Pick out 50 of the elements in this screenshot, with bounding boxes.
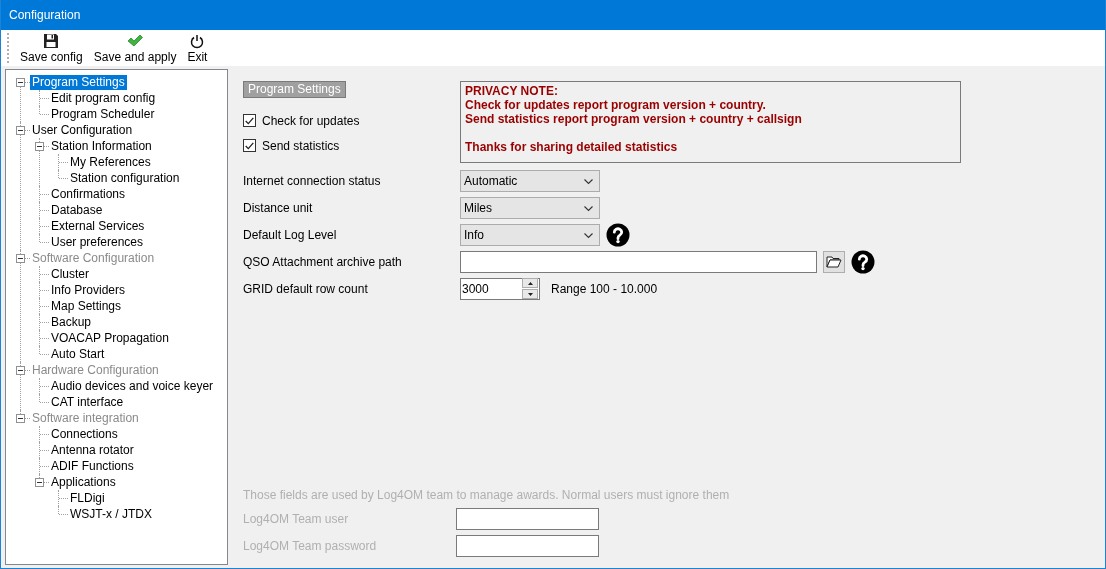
tree-item[interactable]: Station configuration bbox=[68, 170, 182, 186]
team-note: Those fields are used by Log4OM team to manage awards. Normal users must ignore them bbox=[243, 487, 731, 504]
save-config-button[interactable]: Save config bbox=[17, 30, 86, 64]
range-hint: Range 100 - 10.000 bbox=[551, 281, 658, 296]
tree-item[interactable]: External Services bbox=[49, 218, 147, 234]
checkbox[interactable] bbox=[243, 114, 256, 127]
tree-item[interactable]: My References bbox=[68, 154, 153, 170]
folder-icon bbox=[826, 255, 842, 268]
help-icon[interactable] bbox=[851, 249, 875, 274]
tree-item[interactable]: User preferences bbox=[49, 234, 146, 250]
dropdown[interactable]: Info bbox=[460, 223, 600, 246]
collapse-icon[interactable] bbox=[35, 142, 44, 151]
field-label: Distance unit bbox=[243, 200, 314, 215]
save-apply-button[interactable]: Save and apply bbox=[90, 30, 180, 64]
dropdown[interactable]: Automatic bbox=[460, 169, 600, 192]
checkbox[interactable] bbox=[243, 139, 256, 152]
tree-item[interactable]: Program Scheduler bbox=[49, 106, 157, 122]
field-label: Default Log Level bbox=[243, 227, 338, 242]
section-label: Program Settings bbox=[243, 81, 346, 98]
collapse-icon[interactable] bbox=[16, 126, 25, 135]
tree-item[interactable]: Station Information bbox=[49, 138, 154, 154]
checkbox-label[interactable]: Check for updates bbox=[262, 113, 360, 128]
field-label: GRID default row count bbox=[243, 281, 369, 296]
number-spinner[interactable]: 3000 bbox=[460, 277, 540, 300]
floppy-icon bbox=[43, 33, 60, 49]
spin-down-icon[interactable] bbox=[522, 289, 538, 299]
dropdown[interactable]: Miles bbox=[460, 196, 600, 219]
power-icon bbox=[190, 33, 205, 49]
exit-button[interactable]: Exit bbox=[184, 30, 211, 64]
checkbox-label[interactable]: Send statistics bbox=[262, 138, 340, 153]
window-title: Configuration bbox=[9, 8, 81, 22]
path-field[interactable] bbox=[460, 250, 817, 273]
tree-item[interactable]: Database bbox=[49, 202, 105, 218]
field-label: Log4OM Team password bbox=[243, 538, 378, 553]
browse-button[interactable] bbox=[823, 250, 845, 273]
field-label: Internet connection status bbox=[243, 173, 382, 188]
tree-item[interactable]: User Configuration bbox=[30, 122, 135, 138]
input-field[interactable] bbox=[456, 507, 599, 530]
note-text: PRIVACY NOTE: Check for updates report program version + country. Send statistics report program version + country + callsign bbox=[465, 84, 803, 126]
help-icon[interactable] bbox=[606, 222, 630, 247]
collapse-icon[interactable] bbox=[16, 78, 25, 87]
tree-item[interactable]: Edit program config bbox=[49, 90, 158, 106]
field-label: Log4OM Team user bbox=[243, 511, 350, 526]
spin-up-icon[interactable] bbox=[522, 278, 538, 288]
tree-item[interactable]: Confirmations bbox=[49, 186, 128, 202]
field-label: QSO Attachment archive path bbox=[243, 254, 403, 269]
input-field[interactable] bbox=[456, 534, 599, 557]
tree-item[interactable]: Program Settings bbox=[30, 74, 127, 90]
checkmark-icon bbox=[127, 34, 144, 48]
note-text: Thanks for sharing detailed statistics bbox=[465, 140, 679, 154]
